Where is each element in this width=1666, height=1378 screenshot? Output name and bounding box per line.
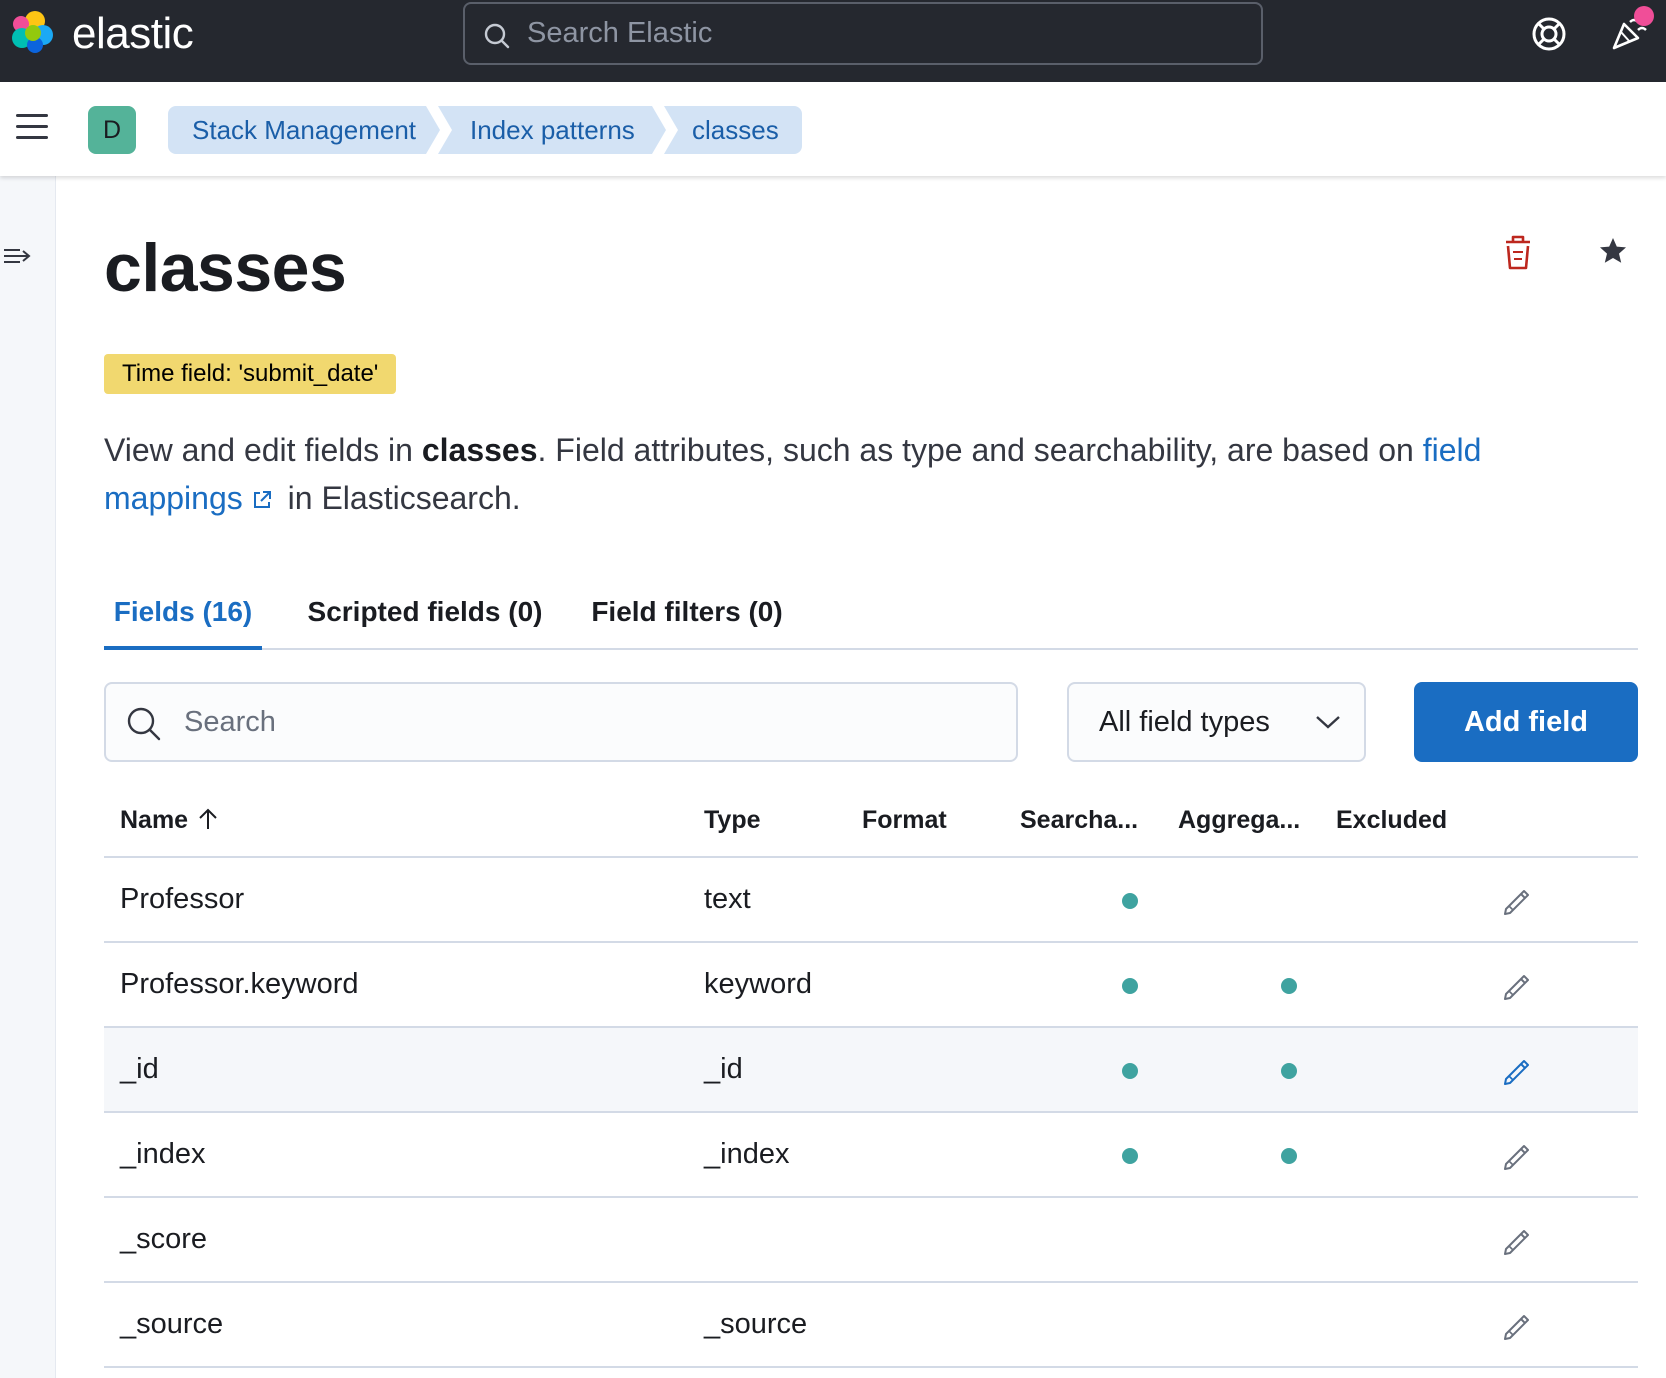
column-header-name[interactable]: Name xyxy=(120,782,220,858)
sort-ascending-icon xyxy=(199,808,217,829)
edit-field-pencil-icon[interactable] xyxy=(1500,1309,1534,1343)
breadcrumb-stack-management[interactable]: Stack Management xyxy=(168,106,440,154)
table-body: Professor text Professor.keyword keyword _id… xyxy=(104,858,1638,1368)
description-text-3: in Elasticsearch. xyxy=(278,480,521,516)
menu-toggle-icon[interactable] xyxy=(16,114,48,140)
tab-fields[interactable]: Fields (16) xyxy=(104,588,262,650)
fields-table: Name Type Format Searcha... Aggrega... E… xyxy=(104,782,1638,1368)
chevron-down-icon xyxy=(1316,716,1340,729)
external-link-icon xyxy=(253,491,271,508)
page-description: View and edit fields in classes. Field a… xyxy=(104,426,1604,522)
aggregatable-indicator-dot xyxy=(1281,978,1297,994)
expand-sidenav-icon[interactable] xyxy=(2,244,32,268)
brand-name[interactable]: elastic xyxy=(72,10,194,58)
field-name-cell: _index xyxy=(120,1138,206,1170)
table-row: _source _source xyxy=(104,1283,1638,1368)
breadcrumb-current-page: classes xyxy=(664,106,802,154)
edit-field-pencil-icon[interactable] xyxy=(1500,884,1534,918)
field-type-filter[interactable]: All field types xyxy=(1067,682,1366,762)
search-icon xyxy=(484,23,510,49)
aggregatable-indicator-dot xyxy=(1281,1063,1297,1079)
breadcrumb-bar: D Stack Management Index patterns classe… xyxy=(0,82,1666,176)
description-text-1: View and edit fields in xyxy=(104,432,422,468)
table-row: Professor text xyxy=(104,858,1638,943)
newsfeed-notification-dot xyxy=(1634,6,1654,26)
space-avatar[interactable]: D xyxy=(88,106,136,154)
description-text-2: . Field attributes, such as type and sea… xyxy=(537,432,1423,468)
column-header-type[interactable]: Type xyxy=(704,782,761,858)
global-header: elastic xyxy=(0,0,1666,82)
field-type-cell: _index xyxy=(704,1138,790,1170)
management-sidenav-collapsed xyxy=(0,176,56,1378)
field-tabs: Fields (16) Scripted fields (0) Field fi… xyxy=(104,588,1638,650)
tab-scripted-fields[interactable]: Scripted fields (0) xyxy=(300,588,550,648)
edit-field-pencil-icon[interactable] xyxy=(1500,969,1534,1003)
field-type-cell: _source xyxy=(704,1308,808,1340)
breadcrumb-index-patterns[interactable]: Index patterns xyxy=(438,106,666,154)
page-title: classes xyxy=(104,230,347,306)
searchable-indicator-dot xyxy=(1122,1063,1138,1079)
global-search-field[interactable] xyxy=(463,2,1263,65)
help-icon[interactable] xyxy=(1531,16,1567,52)
field-name-cell: _id xyxy=(120,1053,159,1085)
field-name-cell: Professor xyxy=(120,883,245,915)
table-row: _index _index xyxy=(104,1113,1638,1198)
column-header-aggregatable[interactable]: Aggrega... xyxy=(1178,782,1300,858)
add-field-button[interactable]: Add field xyxy=(1414,682,1638,762)
table-row: Professor.keyword keyword xyxy=(104,943,1638,1028)
field-name-cell: _source xyxy=(120,1308,224,1340)
tab-field-filters[interactable]: Field filters (0) xyxy=(584,588,790,648)
searchable-indicator-dot xyxy=(1122,1148,1138,1164)
field-type-cell: text xyxy=(704,883,751,915)
elastic-logo-icon[interactable] xyxy=(8,8,56,56)
field-name-cell: Professor.keyword xyxy=(120,968,359,1000)
searchable-indicator-dot xyxy=(1122,893,1138,909)
column-header-excluded[interactable]: Excluded xyxy=(1336,782,1447,858)
column-header-format[interactable]: Format xyxy=(862,782,947,858)
field-type-filter-value: All field types xyxy=(1099,706,1270,738)
field-search-box[interactable] xyxy=(104,682,1018,762)
delete-index-pattern-icon[interactable] xyxy=(1500,232,1536,272)
description-index-name: classes xyxy=(421,432,538,468)
edit-field-pencil-icon[interactable] xyxy=(1500,1224,1534,1258)
set-default-star-icon[interactable] xyxy=(1598,236,1628,266)
column-header-searchable[interactable]: Searcha... xyxy=(1020,782,1138,858)
edit-field-pencil-icon[interactable] xyxy=(1500,1054,1534,1088)
table-row: _id _id xyxy=(104,1028,1638,1113)
time-field-badge: Time field: 'submit_date' xyxy=(104,354,397,394)
field-type-cell: keyword xyxy=(704,968,812,1000)
table-row: _score xyxy=(104,1198,1638,1283)
global-search-input[interactable] xyxy=(527,4,1247,63)
edit-field-pencil-icon[interactable] xyxy=(1500,1139,1534,1173)
field-type-cell: _id xyxy=(704,1053,743,1085)
searchable-indicator-dot xyxy=(1122,978,1138,994)
field-search-input[interactable] xyxy=(184,684,1004,760)
aggregatable-indicator-dot xyxy=(1281,1148,1297,1164)
field-name-cell: _score xyxy=(120,1223,208,1255)
search-icon xyxy=(127,707,161,741)
table-header: Name Type Format Searcha... Aggrega... E… xyxy=(104,782,1638,858)
